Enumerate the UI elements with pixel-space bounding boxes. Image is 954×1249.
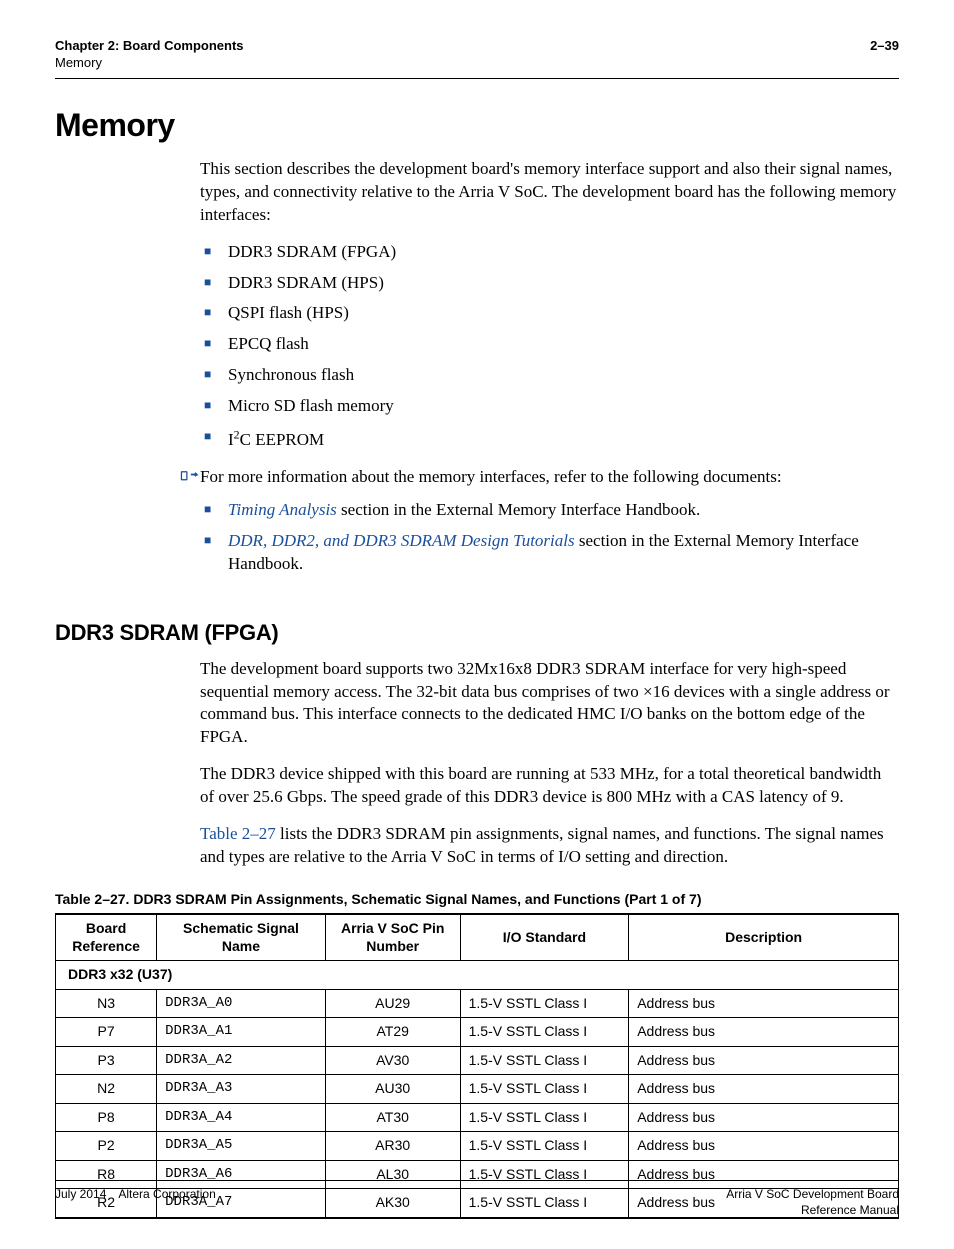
cell-iostd: 1.5-V SSTL Class I bbox=[460, 1018, 629, 1047]
intro-paragraph: This section describes the development b… bbox=[200, 158, 899, 227]
pin-assignment-table: Board Reference Schematic Signal Name Ar… bbox=[55, 913, 899, 1219]
subsection-title: DDR3 SDRAM (FPGA) bbox=[55, 620, 899, 646]
cell-boardref: N3 bbox=[56, 989, 157, 1018]
footer-right: Arria V SoC Development Board Reference … bbox=[726, 1187, 899, 1218]
cell-boardref: N2 bbox=[56, 1075, 157, 1104]
list-item: Micro SD flash memory bbox=[200, 395, 899, 418]
cell-iostd: 1.5-V SSTL Class I bbox=[460, 989, 629, 1018]
cell-iostd: 1.5-V SSTL Class I bbox=[460, 1132, 629, 1161]
table-row: N3 DDR3A_A0 AU29 1.5-V SSTL Class I Addr… bbox=[56, 989, 899, 1018]
cell-pinnum: AV30 bbox=[325, 1046, 460, 1075]
header-subsection: Memory bbox=[55, 55, 102, 70]
cell-desc: Address bus bbox=[629, 1132, 899, 1161]
table-row: P3 DDR3A_A2 AV30 1.5-V SSTL Class I Addr… bbox=[56, 1046, 899, 1075]
cell-desc: Address bus bbox=[629, 1018, 899, 1047]
cell-signame: DDR3A_A5 bbox=[157, 1132, 326, 1161]
ddr3-block: The development board supports two 32Mx1… bbox=[200, 658, 899, 870]
reference-link[interactable]: DDR, DDR2, and DDR3 SDRAM Design Tutoria… bbox=[228, 531, 575, 550]
footer-left: July 2014 Altera Corporation bbox=[55, 1187, 216, 1201]
footer-doc-subtitle: Reference Manual bbox=[801, 1203, 899, 1217]
list-item: DDR3 SDRAM (FPGA) bbox=[200, 241, 899, 264]
reference-list: Timing Analysis section in the External … bbox=[200, 499, 899, 576]
cell-signame: DDR3A_A1 bbox=[157, 1018, 326, 1047]
th-board-reference: Board Reference bbox=[56, 914, 157, 961]
header-chapter: Chapter 2: Board Components bbox=[55, 38, 244, 53]
cell-signame: DDR3A_A3 bbox=[157, 1075, 326, 1104]
reference-intro: For more information about the memory in… bbox=[200, 466, 899, 590]
table-group-row: DDR3 x32 (U37) bbox=[56, 961, 899, 990]
list-item: QSPI flash (HPS) bbox=[200, 302, 899, 325]
page-footer: July 2014 Altera Corporation Arria V SoC… bbox=[55, 1176, 899, 1218]
cell-desc: Address bus bbox=[629, 1075, 899, 1104]
table-group-label: DDR3 x32 (U37) bbox=[56, 961, 899, 990]
footer-doc-title: Arria V SoC Development Board bbox=[726, 1187, 899, 1201]
th-pin-number: Arria V SoC Pin Number bbox=[325, 914, 460, 961]
ddr3-para-3-tail: lists the DDR3 SDRAM pin assignments, si… bbox=[200, 824, 884, 866]
cell-pinnum: AT30 bbox=[325, 1103, 460, 1132]
list-item-label: Micro SD flash memory bbox=[228, 396, 394, 415]
cell-iostd: 1.5-V SSTL Class I bbox=[460, 1046, 629, 1075]
list-item: Timing Analysis section in the External … bbox=[200, 499, 899, 522]
cell-iostd: 1.5-V SSTL Class I bbox=[460, 1075, 629, 1104]
th-description: Description bbox=[629, 914, 899, 961]
cell-signame: DDR3A_A4 bbox=[157, 1103, 326, 1132]
table-row: P2 DDR3A_A5 AR30 1.5-V SSTL Class I Addr… bbox=[56, 1132, 899, 1161]
page-number: 2–39 bbox=[870, 38, 899, 72]
ddr3-para-3: Table 2–27 lists the DDR3 SDRAM pin assi… bbox=[200, 823, 899, 869]
document-icon bbox=[180, 468, 200, 486]
list-item-label: I2C EEPROM bbox=[228, 430, 324, 449]
cell-desc: Address bus bbox=[629, 1103, 899, 1132]
cell-boardref: P7 bbox=[56, 1018, 157, 1047]
table-row: P7 DDR3A_A1 AT29 1.5-V SSTL Class I Addr… bbox=[56, 1018, 899, 1047]
list-item: I2C EEPROM bbox=[200, 426, 899, 452]
intro-block: This section describes the development b… bbox=[200, 158, 899, 452]
cell-pinnum: AU29 bbox=[325, 989, 460, 1018]
table-row: N2 DDR3A_A3 AU30 1.5-V SSTL Class I Addr… bbox=[56, 1075, 899, 1104]
cell-signame: DDR3A_A0 bbox=[157, 989, 326, 1018]
list-item: DDR3 SDRAM (HPS) bbox=[200, 272, 899, 295]
cell-boardref: P3 bbox=[56, 1046, 157, 1075]
table-reference-link[interactable]: Table 2–27 bbox=[200, 824, 276, 843]
reference-block: For more information about the memory in… bbox=[180, 466, 899, 590]
reference-link[interactable]: Timing Analysis bbox=[228, 500, 337, 519]
list-item-label: DDR3 SDRAM (FPGA) bbox=[228, 242, 396, 261]
cell-desc: Address bus bbox=[629, 1046, 899, 1075]
list-item: EPCQ flash bbox=[200, 333, 899, 356]
table-header-row: Board Reference Schematic Signal Name Ar… bbox=[56, 914, 899, 961]
list-item-label: EPCQ flash bbox=[228, 334, 309, 353]
th-io-standard: I/O Standard bbox=[460, 914, 629, 961]
table-caption: Table 2–27. DDR3 SDRAM Pin Assignments, … bbox=[55, 891, 899, 907]
cell-pinnum: AR30 bbox=[325, 1132, 460, 1161]
list-item: Synchronous flash bbox=[200, 364, 899, 387]
list-item-label: Synchronous flash bbox=[228, 365, 354, 384]
reference-tail: section in the External Memory Interface… bbox=[337, 500, 700, 519]
ddr3-para-2: The DDR3 device shipped with this board … bbox=[200, 763, 899, 809]
page-header: Chapter 2: Board Components Memory 2–39 bbox=[55, 38, 899, 74]
list-item: DDR, DDR2, and DDR3 SDRAM Design Tutoria… bbox=[200, 530, 899, 576]
cell-iostd: 1.5-V SSTL Class I bbox=[460, 1103, 629, 1132]
memory-interface-list: DDR3 SDRAM (FPGA) DDR3 SDRAM (HPS) QSPI … bbox=[200, 241, 899, 452]
cell-signame: DDR3A_A2 bbox=[157, 1046, 326, 1075]
document-page: Chapter 2: Board Components Memory 2–39 … bbox=[0, 0, 954, 1249]
cell-pinnum: AU30 bbox=[325, 1075, 460, 1104]
list-item-label: QSPI flash (HPS) bbox=[228, 303, 349, 322]
list-item-label: DDR3 SDRAM (HPS) bbox=[228, 273, 384, 292]
cell-pinnum: AT29 bbox=[325, 1018, 460, 1047]
table-row: P8 DDR3A_A4 AT30 1.5-V SSTL Class I Addr… bbox=[56, 1103, 899, 1132]
section-title: Memory bbox=[55, 107, 899, 144]
cell-desc: Address bus bbox=[629, 989, 899, 1018]
footer-rule bbox=[55, 1180, 899, 1181]
header-rule bbox=[55, 78, 899, 79]
ddr3-para-1: The development board supports two 32Mx1… bbox=[200, 658, 899, 750]
th-signal-name: Schematic Signal Name bbox=[157, 914, 326, 961]
header-left: Chapter 2: Board Components Memory bbox=[55, 38, 244, 72]
reference-intro-text: For more information about the memory in… bbox=[200, 466, 899, 489]
cell-boardref: P2 bbox=[56, 1132, 157, 1161]
cell-boardref: P8 bbox=[56, 1103, 157, 1132]
